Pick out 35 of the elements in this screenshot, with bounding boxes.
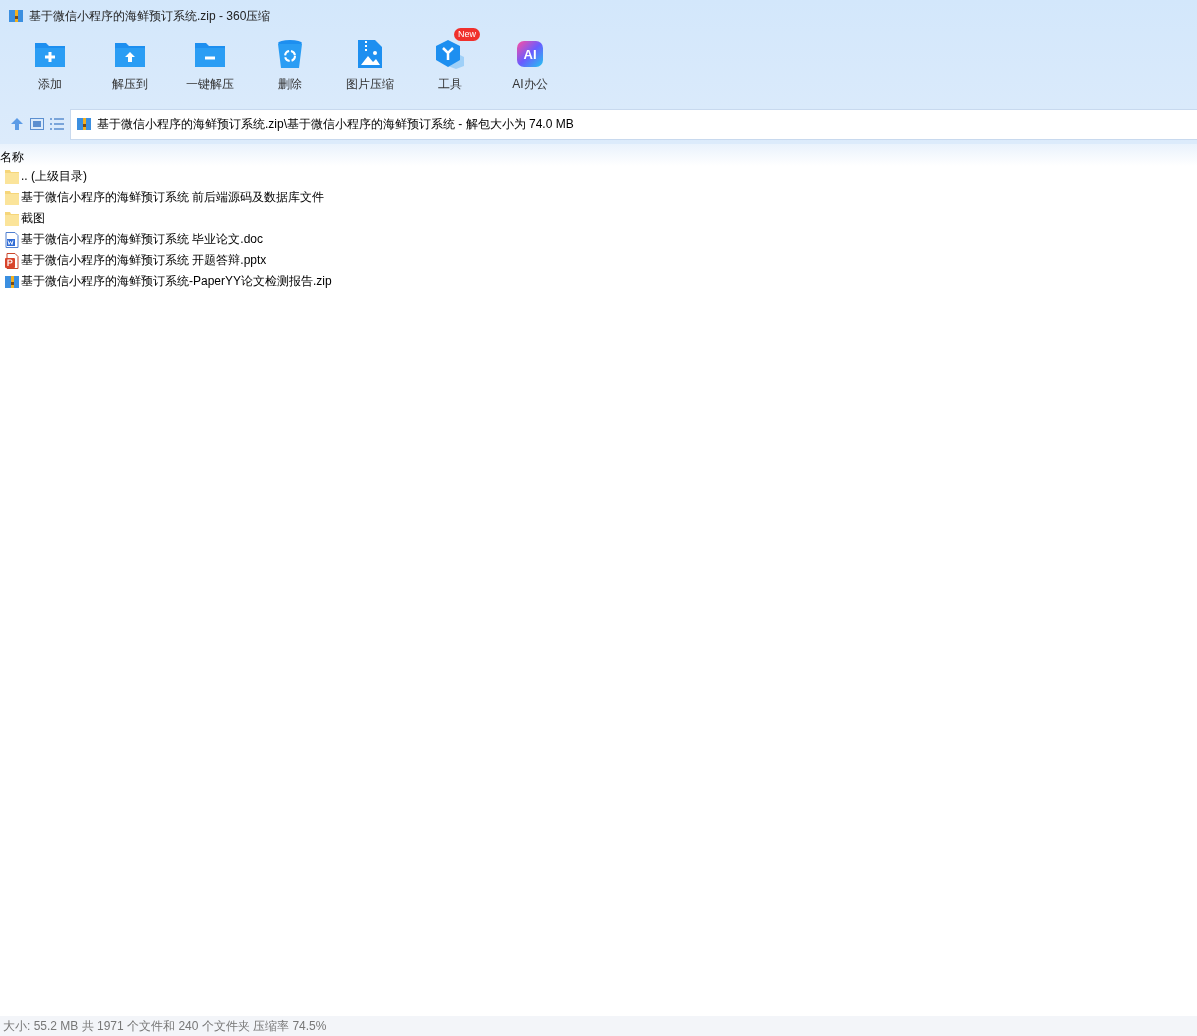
toolbar-button[interactable]: 一键解压 [170, 32, 250, 104]
address-field[interactable]: 基于微信小程序的海鲜预订系统.zip\基于微信小程序的海鲜预订系统 - 解包大小为 74.0 MB [70, 108, 1197, 140]
file-name[interactable]: .. (上级目录) [21, 168, 87, 185]
word-document-icon [4, 231, 20, 248]
toolbar-button[interactable]: 图片压缩 [330, 32, 410, 104]
file-name[interactable]: 基于微信小程序的海鲜预订系统-PaperYY论文检测报告.zip [21, 273, 332, 290]
new-badge: New [454, 28, 480, 41]
status-bar: 大小: 55.2 MB 共 1971 个文件和 240 个文件夹 压缩率 74.5% [0, 1016, 1197, 1036]
toolbar-button[interactable]: 添加 [10, 32, 90, 104]
file-name[interactable]: 基于微信小程序的海鲜预订系统 开题答辩.pptx [21, 252, 267, 269]
folder-icon [4, 210, 20, 227]
folder-icon [4, 168, 20, 185]
toolbar-button[interactable]: AI AI办公 [490, 32, 570, 104]
toolbar-button[interactable]: 解压到 [90, 32, 170, 104]
folder-plus-icon [34, 40, 66, 68]
file-name[interactable]: 基于微信小程序的海鲜预订系统 前后端源码及数据库文件 [21, 189, 325, 206]
file-name[interactable]: 截图 [21, 210, 45, 227]
file-name[interactable]: 基于微信小程序的海鲜预订系统 毕业论文.doc [21, 231, 263, 248]
folder-icon [4, 189, 20, 206]
recycle-bin-icon [277, 39, 303, 69]
list-view-icon[interactable] [50, 118, 64, 130]
archive-icon [4, 273, 20, 290]
column-header[interactable]: 名称 [0, 149, 24, 166]
image-file-icon [357, 39, 383, 69]
folder-arrow-icon [114, 40, 146, 68]
archive-icon [76, 116, 92, 132]
up-arrow-icon[interactable] [10, 117, 24, 131]
folder-minus-icon [194, 40, 226, 68]
window-title: 基于微信小程序的海鲜预订系统.zip - 360压缩 [29, 7, 271, 25]
hexagon-icon [434, 39, 466, 69]
presentation-file-icon [4, 252, 20, 269]
archive-icon [8, 8, 24, 24]
toolbar-button[interactable]: 删除 [250, 32, 330, 104]
thumbnail-view-icon[interactable] [30, 118, 44, 130]
ai-icon: AI [517, 41, 543, 67]
